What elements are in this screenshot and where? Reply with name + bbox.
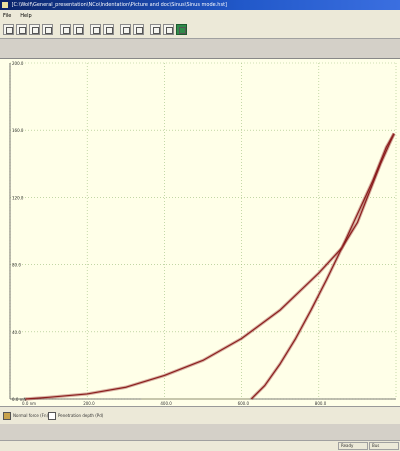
save-icon[interactable] bbox=[42, 24, 53, 35]
plot-area[interactable]: 0.0 mN 40.0 80.0 120.0 160.0 200.0 0.0 nm 200.0… bbox=[0, 58, 400, 407]
window-title: [C:\Wolf\General_presentation\NCo\Indent… bbox=[11, 2, 227, 8]
menu-file[interactable]: File bbox=[3, 13, 11, 19]
series-loading-line bbox=[25, 133, 395, 400]
pan-icon[interactable] bbox=[133, 24, 144, 35]
graph-icon[interactable] bbox=[163, 24, 174, 35]
zoom-out-icon[interactable] bbox=[73, 24, 84, 35]
workspace bbox=[0, 424, 400, 440]
table-icon[interactable] bbox=[150, 24, 161, 35]
y-tick-label: 40.0 bbox=[12, 330, 21, 335]
legend-item-normal-force[interactable]: Normal force (Fn) bbox=[3, 412, 48, 420]
status-pane-ready: Ready bbox=[338, 442, 368, 450]
load-displacement-chart[interactable]: 0.0 mN40.080.0120.0160.0200.00.0 nm 200.0… bbox=[0, 59, 400, 407]
series-unloading-line bbox=[250, 133, 395, 400]
y-tick-label: 160.0 bbox=[12, 128, 24, 133]
legend-swatch bbox=[3, 412, 11, 420]
legend-bar: Normal force (Fn) Penetration depth (Pd) bbox=[0, 406, 400, 425]
status-pane-bus: Bus bbox=[369, 442, 399, 450]
print-icon[interactable] bbox=[16, 24, 27, 35]
menu-help[interactable]: Help bbox=[20, 13, 31, 19]
chart-icon[interactable] bbox=[176, 24, 187, 35]
copy-icon[interactable] bbox=[29, 24, 40, 35]
toolbar bbox=[0, 21, 400, 39]
y-tick-label: 120.0 bbox=[12, 195, 24, 200]
zoom-in-icon[interactable] bbox=[60, 24, 71, 35]
title-bar[interactable]: [C:\Wolf\General_presentation\NCo\Indent… bbox=[0, 0, 400, 10]
legend-label: Penetration depth (Pd) bbox=[58, 413, 104, 418]
legend-item-penetration-depth[interactable]: Penetration depth (Pd) bbox=[48, 412, 103, 420]
grid-icon[interactable] bbox=[90, 24, 101, 35]
series-unloading-band bbox=[250, 132, 396, 401]
legend-swatch bbox=[48, 412, 56, 420]
legend-label: Normal force (Fn) bbox=[13, 413, 49, 418]
app-icon bbox=[2, 2, 8, 8]
status-bar: Ready Bus bbox=[0, 440, 400, 451]
series-loading-band bbox=[25, 132, 396, 401]
y-tick-label: 80.0 bbox=[12, 263, 21, 268]
y-tick-label: 200.0 bbox=[12, 61, 24, 66]
fit-icon[interactable] bbox=[120, 24, 131, 35]
menu-bar: File Help bbox=[0, 10, 400, 21]
open-icon[interactable] bbox=[3, 24, 14, 35]
axis-icon[interactable] bbox=[103, 24, 114, 35]
